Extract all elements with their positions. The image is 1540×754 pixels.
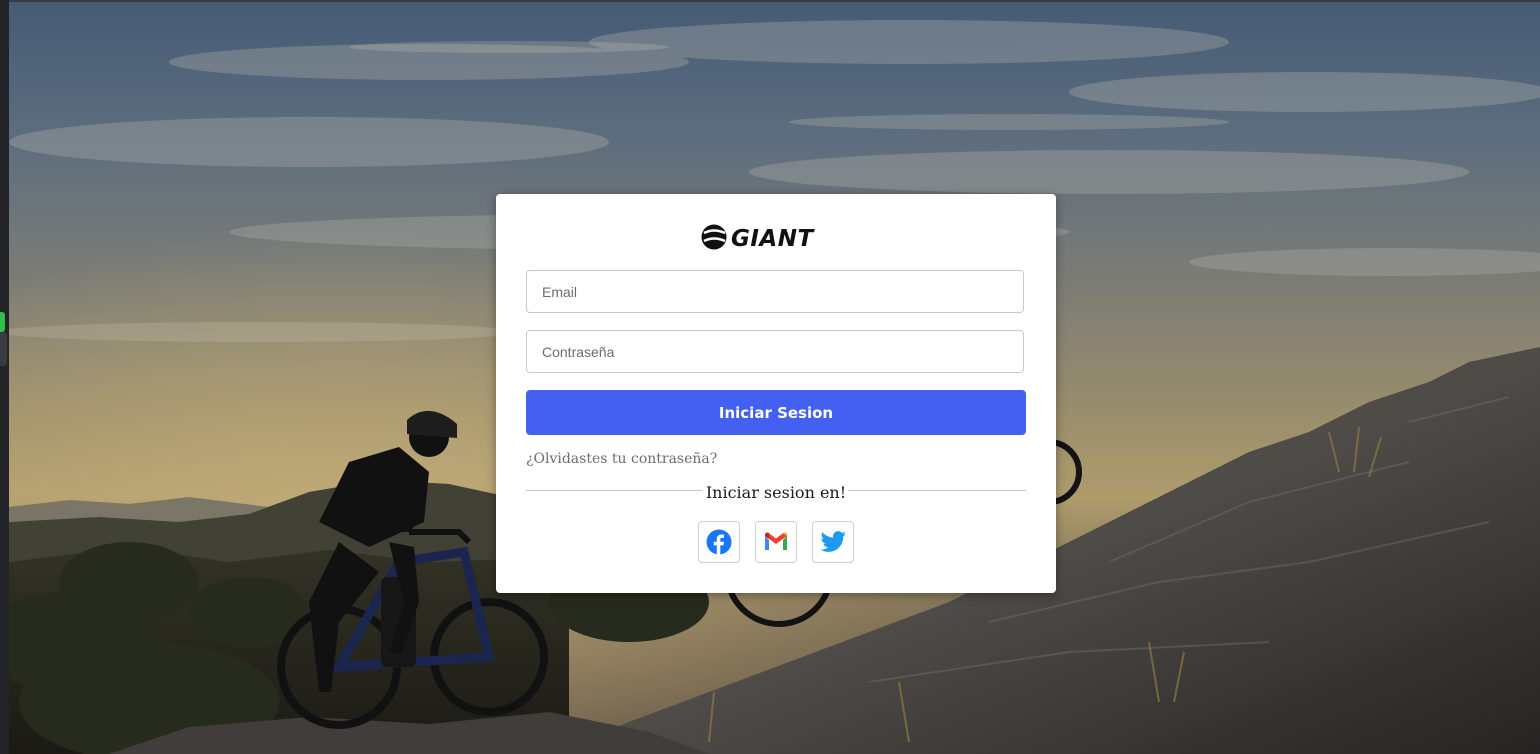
divider-line-right — [848, 490, 1026, 491]
giant-logo: GIANT — [701, 224, 815, 252]
twitter-login-button[interactable] — [812, 521, 854, 563]
window-top-border — [0, 0, 1540, 2]
social-login-divider: Iniciar sesion en! — [526, 482, 1026, 502]
logo-text: GIANT — [731, 226, 815, 252]
twitter-icon — [820, 531, 846, 552]
email-input[interactable] — [526, 270, 1024, 313]
facebook-login-button[interactable] — [698, 521, 740, 563]
login-page: GIANT Iniciar Sesion ¿Olvidastes tu cont… — [0, 0, 1540, 754]
gmail-login-button[interactable] — [755, 521, 797, 563]
password-input[interactable] — [526, 330, 1024, 373]
facebook-icon — [706, 529, 732, 555]
edge-drawer-handle[interactable] — [0, 332, 7, 366]
gmail-icon — [765, 532, 787, 550]
social-login-label: Iniciar sesion en! — [705, 483, 847, 502]
login-button[interactable]: Iniciar Sesion — [526, 390, 1026, 435]
login-card: GIANT Iniciar Sesion ¿Olvidastes tu cont… — [496, 194, 1056, 593]
edge-status-indicator — [0, 312, 5, 332]
window-left-edge — [0, 0, 9, 754]
forgot-password-link[interactable]: ¿Olvidastes tu contraseña? — [526, 451, 717, 467]
